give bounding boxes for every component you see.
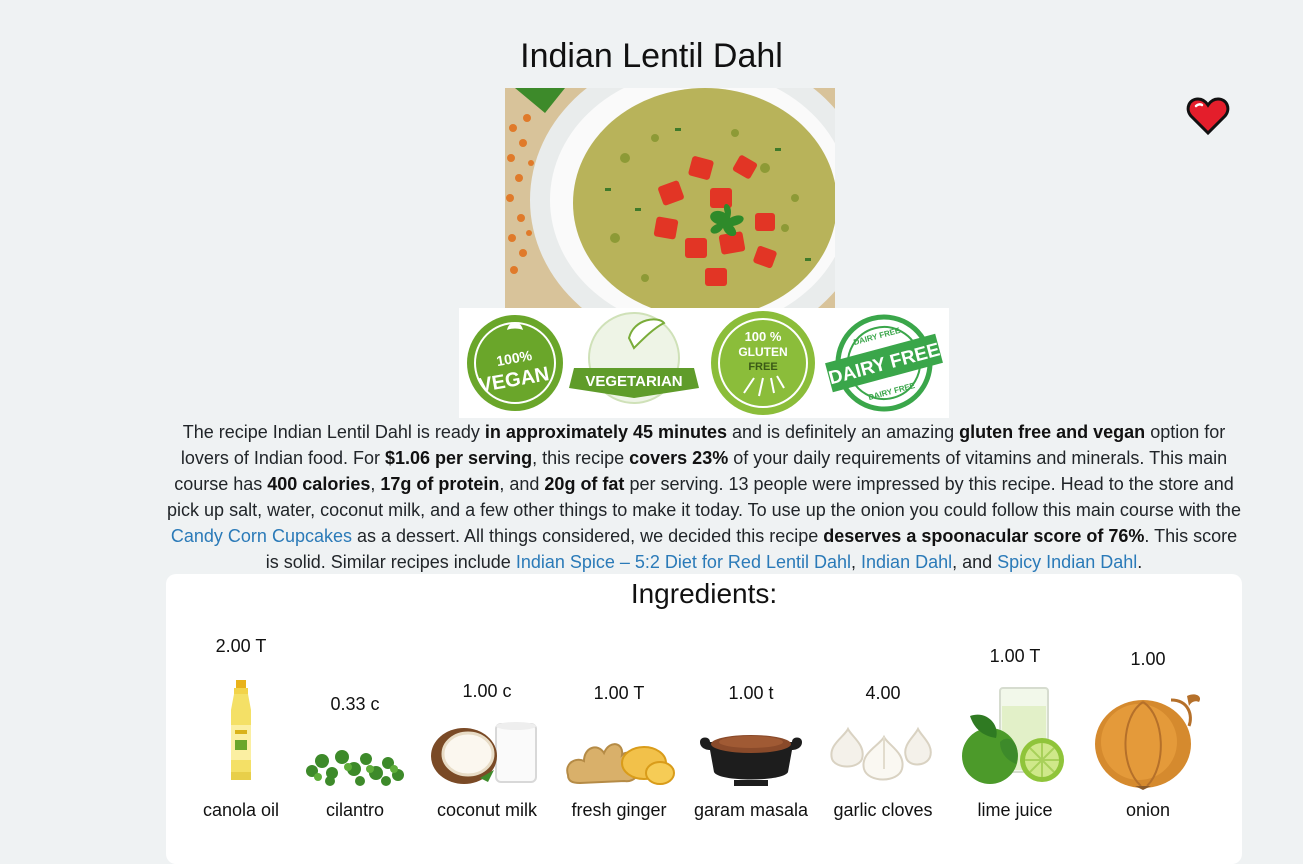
svg-text:GLUTEN: GLUTEN bbox=[738, 345, 787, 359]
ingredients-card: Ingredients: 2.00 T canola oil 0.33 c ci… bbox=[166, 574, 1242, 864]
ginger-icon bbox=[566, 743, 675, 785]
fat: 20g of fat bbox=[544, 474, 625, 494]
summary-text: , and bbox=[499, 474, 545, 494]
onion-icon bbox=[1095, 694, 1201, 790]
summary-text: . bbox=[1137, 552, 1143, 572]
diet-label: gluten free and vegan bbox=[959, 422, 1146, 442]
favorite-button[interactable] bbox=[1186, 96, 1230, 136]
ingredient-amount: 1.00 c bbox=[462, 681, 512, 701]
diet-badges: 100% VEGAN VEGETARIAN 100 % GLUTEN FREE … bbox=[459, 308, 949, 418]
ingredient-name: canola oil bbox=[202, 800, 280, 820]
ingredient-name: garam masala bbox=[693, 800, 809, 820]
garlic-icon bbox=[830, 726, 932, 781]
ingredient-amount: 1.00 T bbox=[593, 683, 645, 703]
link-spicy-indian-dahl[interactable]: Spicy Indian Dahl bbox=[997, 552, 1137, 572]
summary-text: The recipe Indian Lentil Dahl is ready bbox=[182, 422, 485, 442]
oil-bottle-icon bbox=[231, 680, 251, 780]
svg-text:FREE: FREE bbox=[748, 361, 777, 373]
summary-text: , and bbox=[952, 552, 998, 572]
vegan-badge: 100% VEGAN bbox=[467, 315, 563, 411]
ingredient-amount: 1.00 T bbox=[989, 646, 1041, 666]
ingredient-name: onion bbox=[1125, 800, 1171, 820]
dairy-free-badge: DAIRY FREE DAIRY FREE DAIRY FREE bbox=[825, 314, 943, 412]
ingredient-amount: 1.00 t bbox=[728, 683, 774, 703]
gluten-free-badge: 100 % GLUTEN FREE bbox=[711, 311, 815, 415]
ingredient-name: fresh ginger bbox=[571, 800, 667, 820]
ingredient-amount: 0.33 c bbox=[330, 694, 380, 714]
ingredient-amount: 2.00 T bbox=[215, 636, 267, 656]
cilantro-icon bbox=[306, 750, 404, 786]
lime-icon bbox=[962, 687, 1064, 784]
price-per-serving: $1.06 per serving bbox=[385, 448, 533, 468]
svg-text:100 %: 100 % bbox=[745, 329, 782, 344]
ingredient-name: garlic cloves bbox=[833, 800, 933, 820]
spice-bowl-icon bbox=[700, 735, 802, 786]
link-candy-corn-cupcakes[interactable]: Candy Corn Cupcakes bbox=[171, 526, 352, 546]
ingredient-name: cilantro bbox=[325, 800, 385, 820]
nutrient-coverage: covers 23% bbox=[629, 448, 729, 468]
spoonacular-score: deserves a spoonacular score of 76% bbox=[823, 526, 1145, 546]
recipe-summary: The recipe Indian Lentil Dahl is ready i… bbox=[166, 419, 1242, 575]
calories: 400 calories bbox=[267, 474, 371, 494]
page-title: Indian Lentil Dahl bbox=[520, 37, 783, 75]
ingredients-heading: Ingredients: bbox=[630, 578, 778, 609]
summary-text: as a dessert. All things considered, we … bbox=[351, 526, 824, 546]
link-indian-spice-dahl[interactable]: Indian Spice – 5:2 Diet for Red Lentil D… bbox=[516, 552, 851, 572]
ingredient-name: lime juice bbox=[977, 800, 1053, 820]
coconut-icon bbox=[431, 722, 537, 784]
ingredient-name: coconut milk bbox=[436, 800, 538, 820]
ready-time: in approximately 45 minutes bbox=[484, 422, 727, 442]
ingredient-amount: 1.00 bbox=[1130, 649, 1166, 669]
link-indian-dahl[interactable]: Indian Dahl bbox=[861, 552, 952, 572]
summary-text: and is definitely an amazing bbox=[727, 422, 960, 442]
summary-text: , bbox=[370, 474, 381, 494]
summary-text: , this recipe bbox=[532, 448, 630, 468]
svg-text:VEGETARIAN: VEGETARIAN bbox=[585, 373, 682, 390]
summary-text: , bbox=[851, 552, 862, 572]
vegetarian-badge: VEGETARIAN bbox=[569, 312, 699, 404]
protein: 17g of protein bbox=[380, 474, 500, 494]
recipe-image bbox=[505, 88, 835, 308]
ingredient-amount: 4.00 bbox=[865, 683, 901, 703]
heart-icon bbox=[1186, 97, 1230, 136]
